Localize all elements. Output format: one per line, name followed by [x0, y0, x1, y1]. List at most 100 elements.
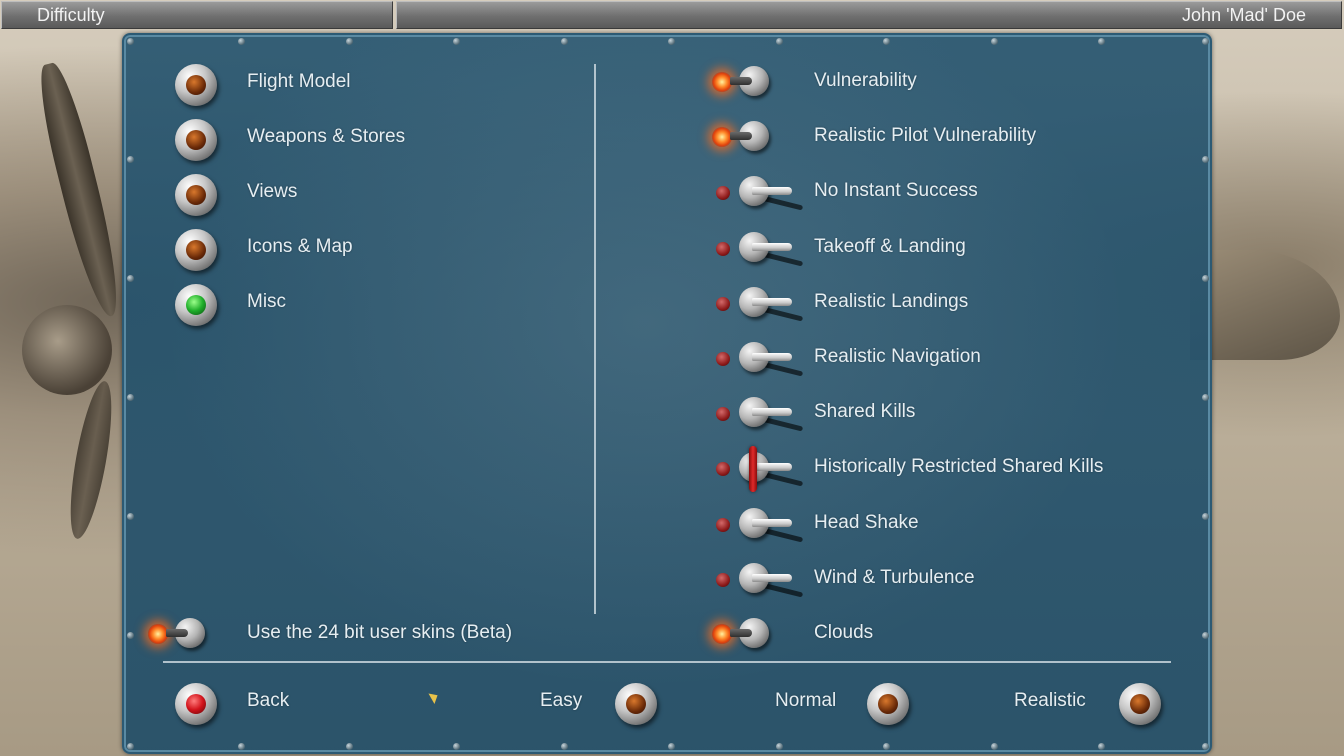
- back-label[interactable]: Back: [247, 690, 289, 712]
- rivet: [1202, 632, 1209, 639]
- column-divider: [594, 64, 596, 614]
- toggle-lever: [752, 408, 792, 416]
- rivet: [346, 743, 353, 750]
- rivet: [127, 743, 134, 750]
- back-button[interactable]: [175, 683, 217, 725]
- category-knob-weapons-stores[interactable]: [175, 119, 217, 161]
- amber-lamp-icon: [186, 75, 206, 95]
- option-toggle[interactable]: [712, 170, 808, 214]
- category-label[interactable]: Icons & Map: [247, 236, 353, 258]
- option-toggle[interactable]: [712, 391, 808, 435]
- rivet: [776, 38, 783, 45]
- indicator-light-icon: [716, 352, 730, 366]
- option-toggle[interactable]: [712, 446, 808, 492]
- amber-lamp-icon: [186, 185, 206, 205]
- rivet: [127, 632, 134, 639]
- option-toggle[interactable]: [712, 336, 808, 380]
- option-toggle[interactable]: [712, 281, 808, 325]
- indicator-light-icon: [716, 518, 730, 532]
- preset-realistic-label[interactable]: Realistic: [1014, 690, 1086, 712]
- option-label[interactable]: Shared Kills: [814, 401, 915, 423]
- rivet: [238, 38, 245, 45]
- rivet: [668, 38, 675, 45]
- toggle-lever: [752, 298, 792, 306]
- preset-normal-button[interactable]: [867, 683, 909, 725]
- rivet: [1202, 743, 1209, 750]
- amber-lamp-icon: [186, 130, 206, 150]
- rivet: [991, 743, 998, 750]
- rivet: [127, 275, 134, 282]
- footer-divider: [163, 661, 1171, 663]
- option-label[interactable]: Wind & Turbulence: [814, 567, 975, 589]
- amber-lamp-icon: [878, 694, 898, 714]
- category-knob-icons-map[interactable]: [175, 229, 217, 271]
- rivet: [561, 743, 568, 750]
- rivet: [776, 743, 783, 750]
- option-toggle[interactable]: [712, 502, 808, 546]
- toggle-lever: [730, 629, 752, 637]
- rivet: [453, 743, 460, 750]
- category-label[interactable]: Views: [247, 181, 297, 203]
- category-knob-flight-model[interactable]: [175, 64, 217, 106]
- rivet: [127, 38, 134, 45]
- rivet: [1202, 38, 1209, 45]
- rivet: [453, 38, 460, 45]
- indicator-light-icon: [716, 186, 730, 200]
- option-toggle[interactable]: [712, 557, 808, 601]
- rivet: [1202, 275, 1209, 282]
- option-label[interactable]: Realistic Navigation: [814, 346, 981, 368]
- option-toggle[interactable]: [712, 226, 808, 270]
- rivet: [127, 513, 134, 520]
- option-label[interactable]: Takeoff & Landing: [814, 236, 966, 258]
- option-label[interactable]: Historically Restricted Shared Kills: [814, 456, 1103, 478]
- rivet: [1202, 156, 1209, 163]
- rivet: [1202, 394, 1209, 401]
- toggle-lever: [166, 629, 188, 637]
- rivet: [1098, 38, 1105, 45]
- option-label[interactable]: Vulnerability: [814, 70, 917, 92]
- rivet: [991, 38, 998, 45]
- preset-realistic-button[interactable]: [1119, 683, 1161, 725]
- rivet: [346, 38, 353, 45]
- category-label[interactable]: Misc: [247, 291, 286, 313]
- indicator-light-icon: [712, 624, 732, 644]
- propeller-blade-bottom: [62, 378, 120, 542]
- toggle-lever: [752, 243, 792, 251]
- option-label[interactable]: Realistic Pilot Vulnerability: [814, 125, 1036, 147]
- propeller-blade-top: [31, 59, 129, 321]
- green-lamp-icon: [186, 295, 206, 315]
- indicator-light-icon: [716, 297, 730, 311]
- category-knob-views[interactable]: [175, 174, 217, 216]
- rivet: [561, 38, 568, 45]
- red-lamp-icon: [186, 694, 206, 714]
- toggle-lever: [752, 353, 792, 361]
- rivet: [883, 743, 890, 750]
- option-label[interactable]: No Instant Success: [814, 180, 978, 202]
- option-toggle[interactable]: [712, 60, 808, 104]
- rivet: [1098, 743, 1105, 750]
- option-toggle[interactable]: [712, 612, 808, 656]
- amber-lamp-icon: [1130, 694, 1150, 714]
- indicator-light-icon: [716, 462, 730, 476]
- rivet: [1202, 513, 1209, 520]
- option-toggle[interactable]: [712, 115, 808, 159]
- option-label[interactable]: Head Shake: [814, 512, 919, 534]
- category-label[interactable]: Weapons & Stores: [247, 126, 405, 148]
- player-name: John 'Mad' Doe: [396, 1, 1342, 29]
- preset-easy-label[interactable]: Easy: [540, 690, 582, 712]
- category-label[interactable]: Flight Model: [247, 71, 351, 93]
- propeller-hub: [22, 305, 112, 395]
- preset-easy-button[interactable]: [615, 683, 657, 725]
- skins-toggle[interactable]: [148, 612, 244, 656]
- option-label[interactable]: Clouds: [814, 622, 873, 644]
- toggle-lever: [730, 77, 752, 85]
- indicator-light-icon: [712, 72, 732, 92]
- amber-lamp-icon: [626, 694, 646, 714]
- category-knob-misc[interactable]: [175, 284, 217, 326]
- skins-label[interactable]: Use the 24 bit user skins (Beta): [247, 622, 512, 644]
- rivet: [127, 156, 134, 163]
- screen-title: Difficulty: [1, 1, 393, 29]
- option-label[interactable]: Realistic Landings: [814, 291, 968, 313]
- preset-normal-label[interactable]: Normal: [775, 690, 836, 712]
- rivet: [238, 743, 245, 750]
